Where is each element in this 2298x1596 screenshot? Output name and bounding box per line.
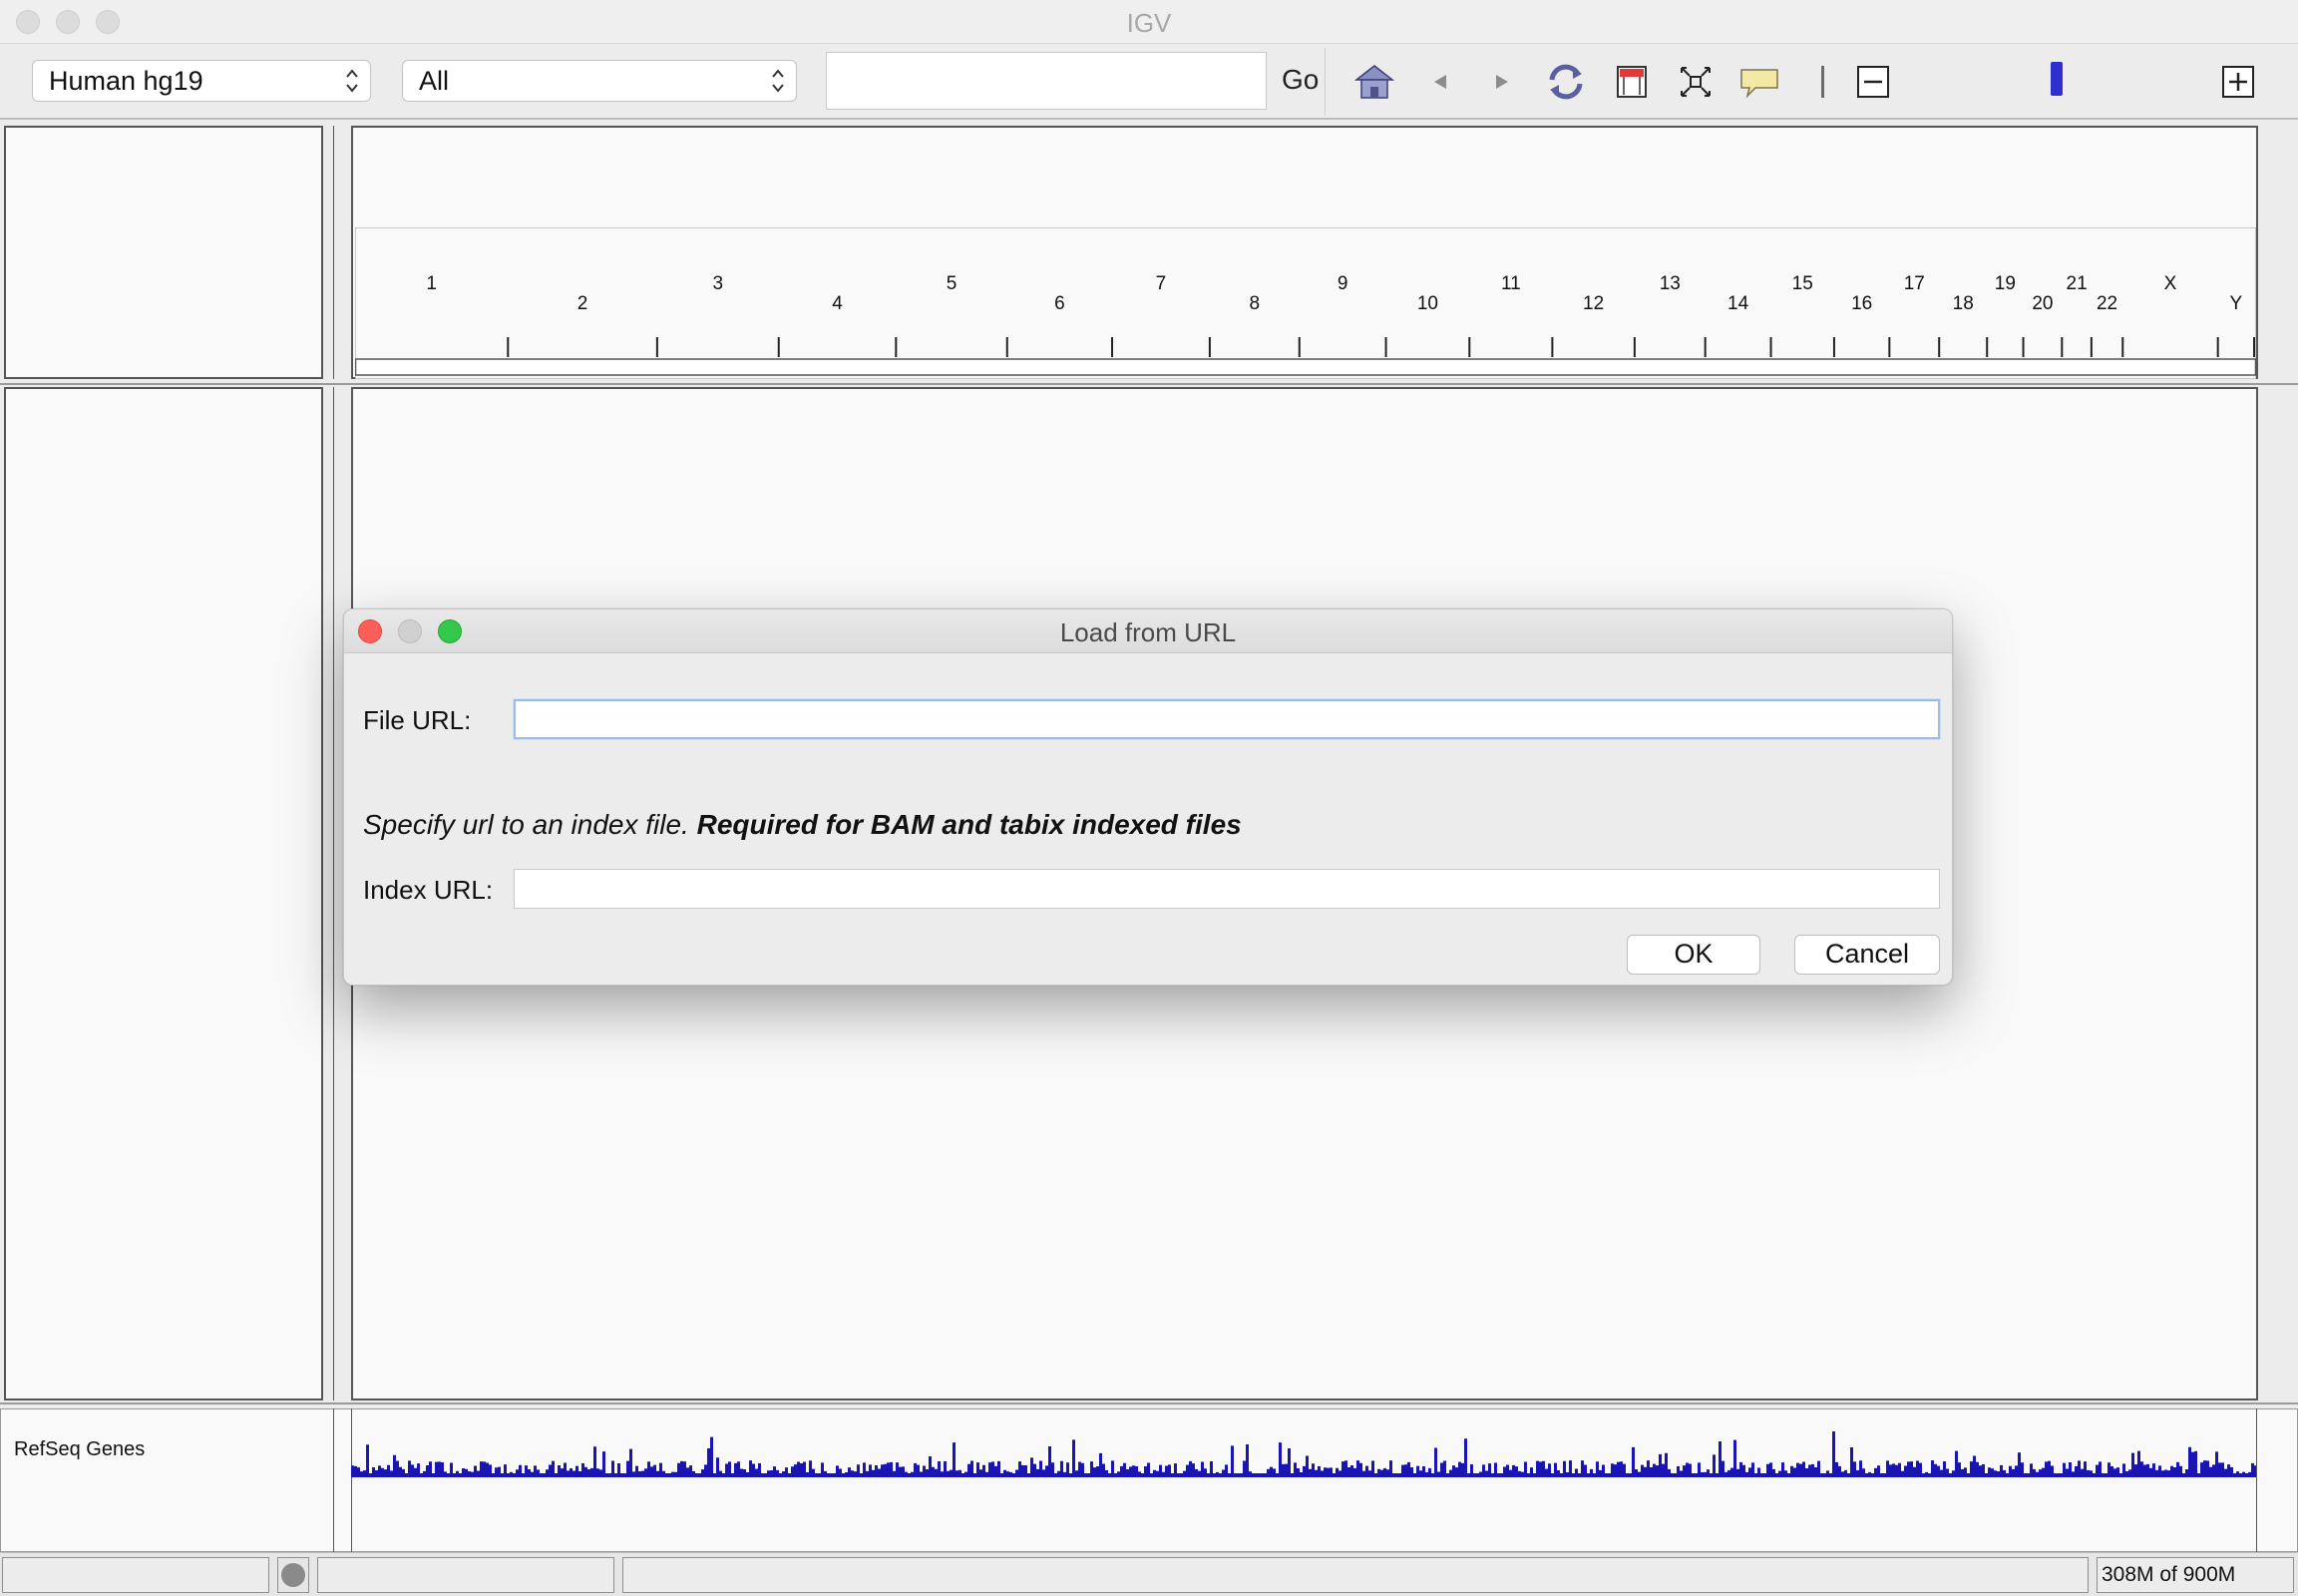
chromosome-label-11: 11 (1501, 273, 1521, 294)
file-url-field[interactable] (514, 699, 1940, 739)
region-of-interest-button[interactable] (1610, 60, 1654, 104)
chromosome-label-21: 21 (2067, 273, 2088, 294)
status-position (317, 1557, 614, 1593)
chromosome-label-5: 5 (947, 273, 958, 294)
popup-text-icon (1740, 69, 1778, 99)
load-from-url-dialog: Load from URL File URL: Specify url to a… (343, 608, 1953, 986)
back-arrow-icon (1434, 75, 1446, 89)
zoom-out-button[interactable] (1851, 60, 1895, 104)
popup-text-button[interactable] (1737, 60, 1781, 104)
go-button[interactable]: Go (1282, 64, 1319, 96)
data-name-panel (4, 387, 323, 1400)
chromosome-label-13: 13 (1660, 273, 1681, 294)
chromosome-label-14: 14 (1727, 293, 1749, 314)
status-info (622, 1557, 2089, 1593)
chromosome-label-10: 10 (1417, 293, 1438, 314)
chromosome-ruler[interactable]: 12345678910111213141516171819202122XY (355, 227, 2256, 379)
genome-selector[interactable]: Human hg19 (32, 60, 371, 102)
ruler-baseline (355, 358, 2256, 376)
index-url-label: Index URL: (363, 875, 494, 905)
header-separator (0, 383, 2298, 385)
region-of-interest-icon (1617, 66, 1647, 98)
index-hint-text: Specify url to an index file. Required f… (363, 809, 1242, 841)
index-url-input[interactable] (515, 870, 1939, 908)
resize-to-window-button[interactable] (1674, 60, 1718, 104)
chromosome-label-Y: Y (2229, 293, 2242, 314)
refresh-button[interactable] (1544, 60, 1588, 104)
zoom-slider-thumb[interactable] (2051, 62, 2063, 96)
zoom-in-icon (2222, 66, 2254, 98)
zoom-divider (1821, 66, 1824, 98)
forward-arrow-icon (1496, 75, 1508, 89)
forward-button[interactable] (1480, 60, 1524, 104)
chromosome-label-6: 6 (1054, 293, 1065, 314)
refseq-gene-density-track[interactable] (351, 1416, 2256, 1496)
index-hint-bold: Required for BAM and tabix indexed files (696, 809, 1242, 840)
chromosome-label-19: 19 (1995, 273, 2016, 294)
file-url-input[interactable] (516, 701, 1938, 737)
home-icon (1353, 65, 1395, 99)
dialog-title: Load from URL (1059, 617, 1237, 647)
refresh-icon (1549, 64, 1583, 100)
panel-divider (2256, 1408, 2257, 1552)
zoom-out-icon (1857, 66, 1889, 98)
chromosome-label-1: 1 (426, 273, 437, 294)
home-button[interactable] (1352, 60, 1396, 104)
locus-search-input[interactable] (826, 52, 1267, 110)
chromosome-label-22: 22 (2097, 293, 2117, 314)
track-name-refseq-genes[interactable]: RefSeq Genes (14, 1438, 145, 1461)
panel-divider (333, 1408, 334, 1552)
gene-density-baseline (351, 1475, 2256, 1477)
chromosome-label-3: 3 (713, 273, 724, 294)
status-indicator (277, 1557, 309, 1593)
chromosome-selector-value: All (419, 66, 450, 96)
zoom-in-button[interactable] (2216, 60, 2260, 104)
chevron-updown-icon (346, 69, 358, 93)
chromosome-label-12: 12 (1583, 293, 1604, 314)
header-name-panel (4, 126, 323, 379)
chromosome-selector[interactable]: All (402, 60, 797, 102)
index-url-field[interactable] (514, 869, 1940, 909)
panel-divider (333, 387, 334, 1400)
resize-to-window-icon (1681, 67, 1711, 97)
status-bar: 308M of 900M (0, 1552, 2298, 1596)
chromosome-label-8: 8 (1250, 293, 1261, 314)
status-message (2, 1557, 269, 1593)
index-hint-italic: Specify url to an index file. (363, 809, 689, 840)
chevron-updown-icon (772, 69, 784, 93)
chromosome-label-9: 9 (1338, 273, 1348, 294)
window-title: IGV (1126, 8, 1172, 38)
gene-density-area (351, 1431, 2256, 1475)
toolbar-separator (1325, 48, 1326, 116)
ok-button[interactable]: OK (1627, 935, 1760, 975)
chromosome-label-4: 4 (832, 293, 843, 314)
chromosome-label-18: 18 (1953, 293, 1974, 314)
chromosome-label-17: 17 (1904, 273, 1925, 294)
file-url-label: File URL: (363, 705, 472, 735)
chromosome-label-X: X (2164, 273, 2177, 294)
window-titlebar: IGV (0, 0, 2298, 44)
data-feature-separator (0, 1402, 2298, 1404)
chromosome-label-15: 15 (1792, 273, 1813, 294)
activity-indicator-icon (281, 1563, 305, 1587)
chromosome-label-20: 20 (2032, 293, 2053, 314)
memory-indicator[interactable]: 308M of 900M (2097, 1557, 2294, 1593)
cancel-button[interactable]: Cancel (1794, 935, 1940, 975)
chromosome-label-16: 16 (1851, 293, 1872, 314)
chromosome-label-7: 7 (1156, 273, 1167, 294)
panel-divider (333, 126, 334, 379)
dialog-titlebar: Load from URL (344, 609, 1952, 653)
genome-selector-value: Human hg19 (49, 66, 203, 96)
main-toolbar: Human hg19 All Go (0, 44, 2298, 120)
chromosome-label-2: 2 (577, 293, 588, 314)
back-button[interactable] (1418, 60, 1462, 104)
